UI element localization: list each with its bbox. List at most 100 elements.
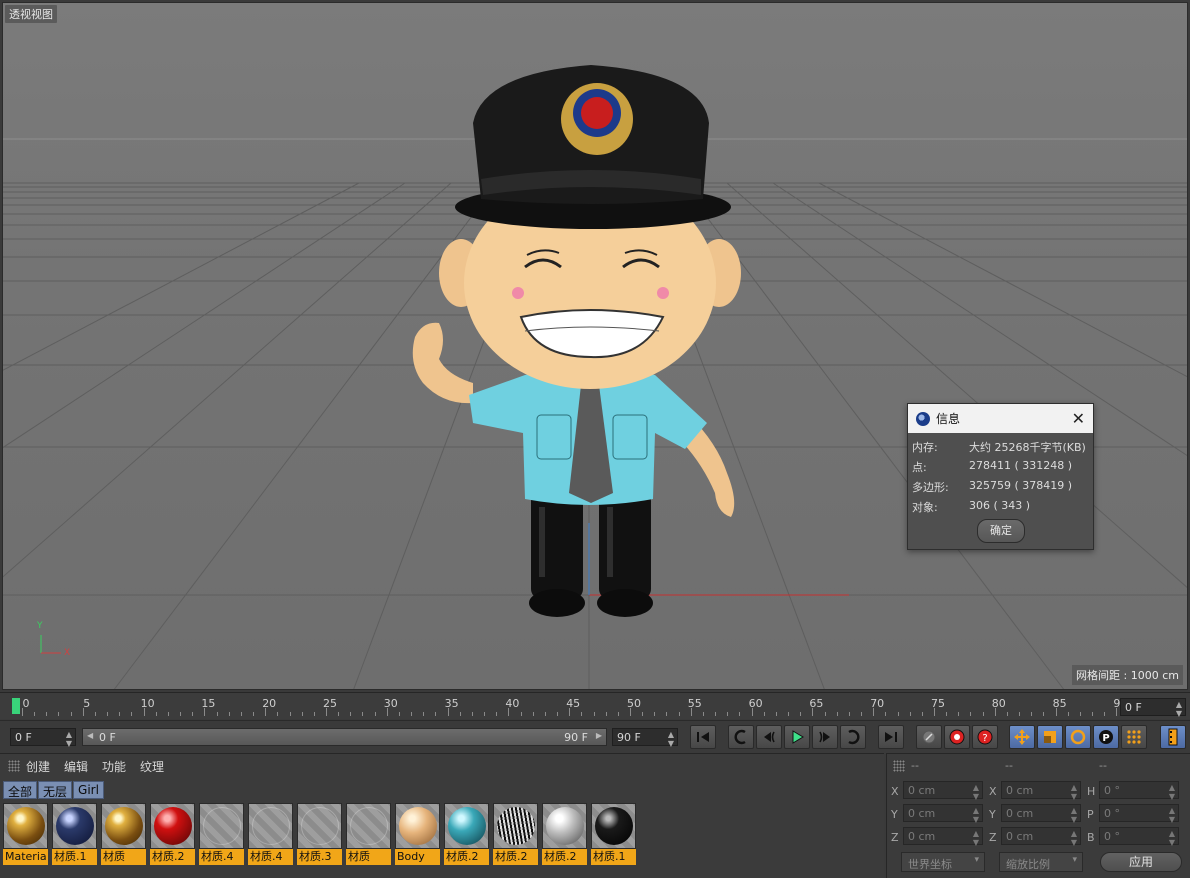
ruler-tick-mark [1104,712,1106,716]
ruler-tick-mark [471,712,473,716]
ruler-tick-mark [155,712,157,716]
ruler-tick-mark [557,712,559,716]
skip-start-icon [697,732,709,742]
menu-create[interactable]: 创建 [26,758,50,775]
viewport-title[interactable]: 透视视图 [5,5,57,23]
record-keys-off-button[interactable] [916,725,942,749]
preview-range-slider[interactable]: ◀ 0 F 90 F ▶ [82,728,607,746]
material-name-label: Materia [3,849,48,865]
next-key-button[interactable] [840,725,866,749]
material-swatch[interactable]: 材质.2 [542,803,587,865]
rotation-header: -- [1099,759,1107,772]
ruler-tick-mark [277,712,279,716]
auto-key-button[interactable] [944,725,970,749]
position-y-field[interactable]: 0 cm ▲ ▼ [903,804,983,824]
go-to-end-button[interactable] [878,725,904,749]
ruler-tick-mark [326,708,327,716]
timeline-ruler[interactable]: 051015202530354045505560657075808590 0 F… [0,692,1190,719]
timeline-window-button[interactable] [1160,725,1186,749]
ruler-tick-mark [119,712,121,716]
ruler-tick-mark [508,708,510,716]
scale-key-button[interactable] [1037,725,1063,749]
ruler-tick-mark [228,712,230,716]
close-icon[interactable]: ✕ [1072,409,1085,428]
material-menu-bar: 创建 编辑 功能 纹理 [0,754,884,778]
play-button[interactable] [784,725,810,749]
next-frame-button[interactable] [812,725,838,749]
material-swatch[interactable]: 材质 [101,803,146,865]
material-name-label: 材质.3 [297,849,342,865]
ruler-tick-mark [970,712,972,716]
panel-grip-icon[interactable] [8,760,20,772]
material-swatch[interactable]: Materia [3,803,48,865]
material-swatch[interactable]: 材质.3 [297,803,342,865]
info-label-memory: 内存: [912,441,938,454]
size-z-field[interactable]: 0 cm ▲ ▼ [1001,827,1081,847]
material-swatch[interactable]: 材质.1 [52,803,97,865]
scale-icon [1044,731,1056,743]
perspective-viewport[interactable]: 透视视图 Y X 网格间距 : 1000 cm [2,2,1188,690]
frame-field[interactable]: 0 F ▲ ▼ [1120,698,1186,718]
material-name-label: 材质.2 [444,849,489,865]
rotation-b-field[interactable]: 0 ° ▲ ▼ [1099,827,1179,847]
ruler-tick-mark [216,712,218,716]
info-value-objects: 306 ( 343 ) [969,499,1031,512]
apply-button[interactable]: 应用 [1100,852,1182,872]
svg-text:?: ? [982,733,987,744]
police-character-model[interactable] [412,65,741,617]
ok-button[interactable]: 确定 [977,519,1025,543]
material-sphere [350,807,388,845]
max-frame-field[interactable]: 90 F ▲ ▼ [612,728,678,748]
prev-frame-button[interactable] [756,725,782,749]
material-swatch[interactable]: 材质.2 [150,803,195,865]
position-x-field[interactable]: 0 cm ▲ ▼ [903,781,983,801]
material-swatch[interactable]: 材质.4 [199,803,244,865]
point-level-key-button[interactable] [1121,725,1147,749]
filter-all[interactable]: 全部 [3,781,38,799]
panel-grip-icon[interactable] [893,760,905,772]
material-swatch[interactable]: 材质.2 [493,803,538,865]
range-right-arrow-icon[interactable]: ▶ [596,731,602,740]
go-to-start-button[interactable] [690,725,716,749]
material-swatch[interactable]: 材质.2 [444,803,489,865]
rotation-p-field[interactable]: 0 ° ▲ ▼ [1099,804,1179,824]
ruler-tick-mark [544,712,546,716]
filter-girl[interactable]: Girl [73,781,104,799]
material-swatch[interactable]: 材质.4 [248,803,293,865]
rotation-key-button[interactable] [1065,725,1091,749]
parameter-key-button[interactable]: P [1093,725,1119,749]
ruler-tick-mark [398,712,400,716]
size-y-field[interactable]: 0 cm ▲ ▼ [1001,804,1081,824]
gizmo-x-label: X [64,648,71,658]
coord-axis-label: X [891,785,899,798]
ruler-tick-mark [532,712,534,716]
world-coordinates-dropdown[interactable]: 世界坐标 ▾ [901,852,985,872]
menu-edit[interactable]: 编辑 [64,758,88,775]
range-left-arrow-icon[interactable]: ◀ [87,731,93,740]
scale-mode-dropdown[interactable]: 缩放比例 ▾ [999,852,1083,872]
menu-function[interactable]: 功能 [102,758,126,775]
position-z-field[interactable]: 0 cm ▲ ▼ [903,827,983,847]
playhead-handle[interactable] [12,698,20,714]
material-swatch[interactable]: 材质 [346,803,391,865]
size-x-field[interactable]: 0 cm ▲ ▼ [1001,781,1081,801]
info-label-polygons: 多边形: [912,481,949,494]
material-swatch[interactable]: Body [395,803,440,865]
move-icon [1014,729,1030,745]
material-swatch[interactable]: 材质.1 [591,803,636,865]
prev-key-button[interactable] [728,725,754,749]
keyframe-selection-button[interactable]: ? [972,725,998,749]
material-preview-icon [199,803,244,849]
current-frame-field[interactable]: 0 F ▲ ▼ [10,728,76,748]
ruler-tick-mark [885,712,887,716]
rotation-h-field[interactable]: 0 ° ▲ ▼ [1099,781,1179,801]
position-key-button[interactable] [1009,725,1035,749]
filter-no-layer[interactable]: 无层 [38,781,73,799]
ruler-tick-mark [800,712,802,716]
auto-key-icon [949,729,965,745]
menu-texture[interactable]: 纹理 [140,758,164,775]
ruler-tick-label: 0 [22,697,30,710]
ruler-tick-mark [423,712,425,716]
coord-axis-label: Z [989,831,997,844]
material-sphere [546,807,584,845]
